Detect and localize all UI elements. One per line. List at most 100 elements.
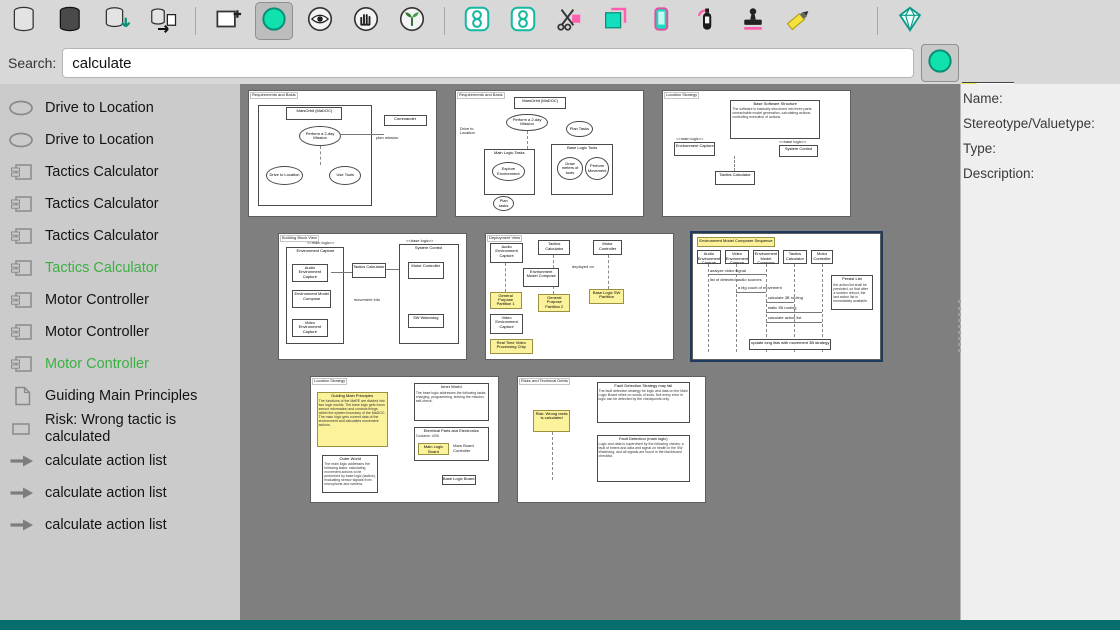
diagram-element: General Purpose Partition 1 [490, 292, 522, 310]
database-dark-button[interactable] [52, 2, 90, 40]
diagram-element: Video Environment Capture [725, 250, 749, 264]
diagram-thumbnail-3[interactable]: Location StrategyBase Software Structure… [662, 90, 851, 217]
diagram-element: SW Watchdog [408, 314, 444, 328]
diagram-thumbnail-8[interactable]: Risks and Technical DebtsFault Detection… [517, 376, 706, 503]
tree-item-label: Guiding Main Principles [45, 388, 197, 405]
rect-icon [8, 419, 36, 439]
tree-item-guiding-main-principles[interactable]: Guiding Main Principles [0, 380, 240, 412]
diagram-element: Environment Model Compose [523, 268, 559, 287]
select-tool-icon [925, 46, 955, 81]
tree-item-tactics-calculator[interactable]: Tactics Calculator [0, 188, 240, 220]
diagram-element: Video Environment Capture [292, 319, 328, 337]
diagram-thumbnail-4[interactable]: Building Block View<<main logic>>Environ… [278, 233, 467, 360]
component-icon [8, 354, 36, 374]
select-tool-icon [259, 4, 289, 39]
diagram-element: Base Software StructureThe software is b… [730, 100, 820, 139]
seedling-icon [397, 4, 427, 39]
tree-item-calculate-action-list[interactable]: calculate action list [0, 445, 240, 477]
search-tool-button[interactable] [921, 44, 959, 82]
tree-item-tactics-calculator[interactable]: Tactics Calculator [0, 252, 240, 284]
stamp-button[interactable] [734, 2, 772, 40]
blank-button[interactable] [826, 2, 864, 40]
diagram-thumbnail-7[interactable]: Location StrategyGuiding Main Principles… [310, 376, 499, 503]
tree-item-label: Motor Controller [45, 324, 149, 341]
select-tool-button[interactable] [255, 2, 293, 40]
gem-button[interactable] [891, 2, 929, 40]
seedling-button[interactable] [393, 2, 431, 40]
marker-button[interactable] [780, 2, 818, 40]
tree-item-label: Tactics Calculator [45, 260, 159, 277]
diagram-element: movement info [354, 297, 391, 303]
diagram-element: update long lists with movement 3B strat… [749, 339, 831, 350]
diagram-element [708, 274, 766, 275]
diagram-element: Commander [384, 115, 427, 126]
extinguisher-button[interactable] [688, 2, 726, 40]
hand-icon [351, 4, 381, 39]
search-input[interactable] [62, 48, 914, 78]
loop-button[interactable] [458, 2, 496, 40]
diagram-element: Base Logic Board [442, 475, 476, 485]
database-save-button[interactable] [98, 2, 136, 40]
arrow-right-icon [8, 515, 36, 535]
diagram-element: Base Logic SW Partition [589, 289, 625, 304]
main-content: Drive to LocationDrive to LocationTactic… [0, 84, 1120, 620]
diagram-element [552, 432, 553, 480]
diagram-element: Explore Environment [492, 162, 526, 181]
copy-button[interactable] [596, 2, 634, 40]
diagram-title-tab: Location Strategy [312, 378, 347, 385]
diagram-title-tab: Requirements and Basis [457, 92, 505, 99]
toolbar-separator [877, 7, 878, 35]
hand-button[interactable] [347, 2, 385, 40]
tree-item-motor-controller[interactable]: Motor Controller [0, 284, 240, 316]
diagram-element: Draw meters of tools [557, 157, 583, 180]
panel-splitter[interactable] [958, 300, 961, 352]
loop-button[interactable] [504, 2, 542, 40]
tree-item-drive-to-location[interactable]: Drive to Location [0, 124, 240, 156]
database-export-button[interactable] [144, 2, 182, 40]
diagram-thumbnail-1[interactable]: Requirements and BasisMarsOrbit (MaDOC)P… [248, 90, 437, 217]
cut-button[interactable] [550, 2, 588, 40]
diagram-title-tab: Building Block View [280, 235, 319, 242]
arrow-right-icon [8, 451, 36, 471]
tree-item-calculate-action-list[interactable]: calculate action list [0, 509, 240, 541]
usecase-ellipse-icon [8, 98, 36, 118]
component-icon [8, 322, 36, 342]
diagram-element: Use Tools [329, 166, 361, 185]
tree-item-tactics-calculator[interactable]: Tactics Calculator [0, 220, 240, 252]
diagram-element: list of detected audio sources [710, 277, 764, 283]
new-diagram-button[interactable] [209, 2, 247, 40]
diagram-element: Main Logic Board [418, 443, 450, 454]
cut-icon [554, 4, 584, 39]
diagram-thumbnail-6[interactable]: Environment Model Composer SequenceAudio… [692, 233, 881, 360]
diagram-element: Environment Model Compose [753, 250, 779, 264]
toolbar-separator [195, 7, 196, 35]
diagram-element: Tactics Calculator [783, 250, 807, 264]
tree-item-motor-controller[interactable]: Motor Controller [0, 316, 240, 348]
database-new-button[interactable] [6, 2, 44, 40]
diagram-element: Perform a 2-day Mission [506, 114, 547, 132]
tree-item-motor-controller[interactable]: Motor Controller [0, 348, 240, 380]
tree-item-risk-wrong-tactic-is-calculated[interactable]: Risk: Wrong tactic is calculated [0, 412, 240, 445]
diagram-element: Tactics Calculator [715, 171, 754, 185]
component-icon [8, 290, 36, 310]
tree-item-label: calculate action list [45, 485, 167, 502]
tree-item-drive-to-location[interactable]: Drive to Location [0, 92, 240, 124]
diagram-thumbnail-5[interactable]: Deployment ViewAudio Environment Capture… [485, 233, 674, 360]
property-label-type: Type: [963, 141, 1116, 156]
diagram-title-tab: Deployment View [487, 235, 522, 242]
eye-button[interactable] [301, 2, 339, 40]
device-button[interactable] [642, 2, 680, 40]
diagram-element [320, 146, 321, 165]
diagram-element: Plan tasks [493, 196, 514, 211]
loop-icon [462, 4, 492, 39]
diagram-element [734, 156, 735, 171]
tree-item-label: calculate action list [45, 517, 167, 534]
tree-item-label: Motor Controller [45, 292, 149, 309]
copy-icon [600, 4, 630, 39]
tree-item-tactics-calculator[interactable]: Tactics Calculator [0, 156, 240, 188]
tree-item-label: calculate action list [45, 453, 167, 470]
diagram-thumbnail-2[interactable]: Requirements and BasisMarsOrbit (MaDOC)P… [455, 90, 644, 217]
tree-item-calculate-action-list[interactable]: calculate action list [0, 477, 240, 509]
diagram-element: Risk: Wrong tactic is calculated [533, 410, 570, 433]
diagram-element: Perform a 2-day Mission [299, 126, 340, 146]
